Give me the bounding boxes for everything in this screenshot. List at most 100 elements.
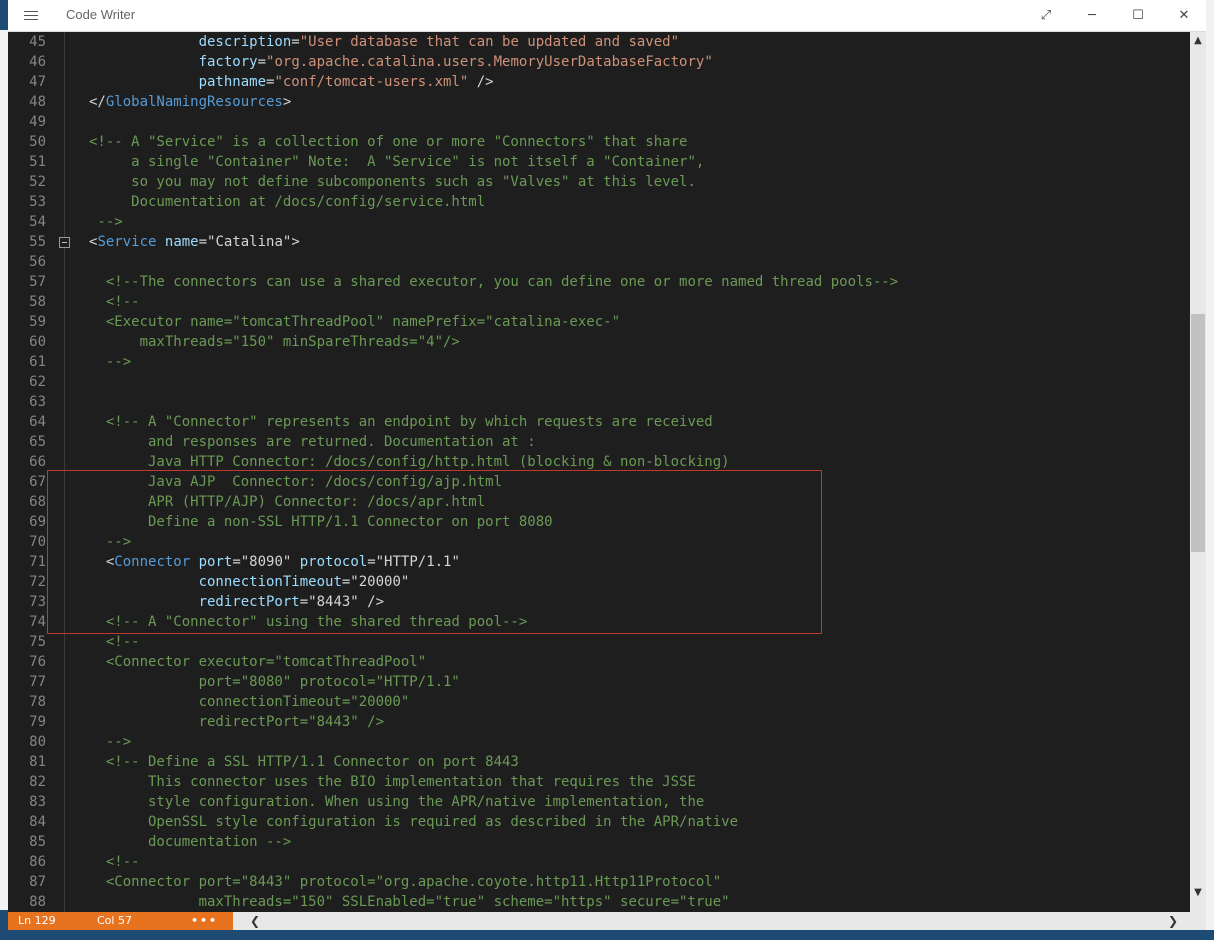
code-line[interactable]: <!-- — [89, 292, 140, 312]
code-token: <Connector executor="tomcatThreadPool" — [89, 654, 427, 670]
close-button[interactable]: ✕ — [1161, 0, 1207, 31]
code-token: Java AJP Connector: /docs/config/ajp.htm… — [89, 474, 503, 490]
code-token: Service — [97, 234, 157, 250]
code-line[interactable]: <!-- — [89, 632, 140, 652]
code-line[interactable]: <Connector port="8443" protocol="org.apa… — [89, 872, 721, 892]
code-token: so you may not define subcomponents such… — [89, 174, 696, 190]
code-token: <!-- A "Service" is a collection of one … — [89, 134, 688, 150]
code-line[interactable]: <Connector executor="tomcatThreadPool" — [89, 652, 426, 672]
column-indicator[interactable]: Col 57 — [97, 912, 132, 930]
code-line[interactable]: <!-- A "Connector" using the shared thre… — [89, 612, 527, 632]
code-line[interactable]: </GlobalNamingResources> — [89, 92, 291, 112]
code-line[interactable]: pathname="conf/tomcat-users.xml" /> — [89, 72, 494, 92]
status-bar: Ln 129 Col 57 ••• ❮ ❯ — [8, 912, 1206, 930]
line-number: 74 — [29, 614, 46, 630]
line-number: 56 — [29, 254, 46, 270]
line-number: 47 — [29, 74, 46, 90]
code-line[interactable]: <Connector port="8090" protocol="HTTP/1.… — [89, 552, 460, 572]
line-number: 75 — [29, 634, 46, 650]
line-number: 49 — [29, 114, 46, 130]
line-indicator[interactable]: Ln 129 — [18, 912, 56, 930]
more-options-button[interactable]: ••• — [191, 912, 218, 930]
code-line[interactable]: --> — [89, 732, 131, 752]
code-line[interactable]: and responses are returned. Documentatio… — [89, 432, 536, 452]
code-line[interactable]: Java HTTP Connector: /docs/config/http.h… — [89, 452, 730, 472]
fold-collapse-icon[interactable] — [59, 237, 70, 248]
code-line[interactable]: Java AJP Connector: /docs/config/ajp.htm… — [89, 472, 502, 492]
minimize-button[interactable]: ─ — [1069, 0, 1115, 31]
code-line[interactable]: maxThreads="150" minSpareThreads="4"/> — [89, 332, 460, 352]
code-token: ="Catalina"> — [198, 234, 300, 250]
code-token: ="8090" — [232, 554, 300, 570]
code-line[interactable]: <!-- A "Service" is a collection of one … — [89, 132, 687, 152]
code-token: </ — [89, 94, 106, 110]
code-line[interactable]: documentation --> — [89, 832, 291, 852]
code-token: <!-- A "Connector" represents an endpoin… — [89, 414, 713, 430]
code-line[interactable]: <Executor name="tomcatThreadPool" namePr… — [89, 312, 620, 332]
code-line[interactable]: description="User database that can be u… — [89, 32, 679, 52]
fullscreen-button[interactable]: ⤢ — [1023, 0, 1069, 31]
line-number: 71 — [29, 554, 46, 570]
code-token: /> — [468, 74, 494, 90]
maximize-button[interactable]: ☐ — [1115, 0, 1161, 31]
code-editor[interactable]: 45 description="User database that can b… — [8, 32, 1190, 912]
horizontal-scrollbar[interactable]: ❮ ❯ — [233, 912, 1206, 930]
line-number: 82 — [29, 774, 46, 790]
scroll-right-arrow-icon[interactable]: ❯ — [1165, 912, 1181, 930]
line-number: 81 — [29, 754, 46, 770]
code-line[interactable]: OpenSSL style configuration is required … — [89, 812, 738, 832]
code-token: Documentation at /docs/config/service.ht… — [89, 194, 486, 210]
code-line[interactable]: Define a non-SSL HTTP/1.1 Connector on p… — [89, 512, 553, 532]
code-line[interactable]: a single "Container" Note: A "Service" i… — [89, 152, 704, 172]
code-token: --> — [89, 214, 123, 230]
code-line[interactable]: --> — [89, 212, 123, 232]
code-token: a single "Container" Note: A "Service" i… — [89, 154, 705, 170]
code-line[interactable]: --> — [89, 352, 131, 372]
taskbar-strip — [0, 930, 1214, 940]
code-line[interactable]: This connector uses the BIO implementati… — [89, 772, 696, 792]
scroll-left-arrow-icon[interactable]: ❮ — [247, 912, 263, 930]
code-token: ="8443" /> — [299, 594, 385, 610]
code-line[interactable]: redirectPort="8443" /> — [89, 712, 384, 732]
line-number: 65 — [29, 434, 46, 450]
vertical-scrollbar[interactable]: ▲ ▼ — [1190, 32, 1206, 912]
code-line[interactable]: factory="org.apache.catalina.users.Memor… — [89, 52, 713, 72]
code-line[interactable]: maxThreads="150" SSLEnabled="true" schem… — [89, 892, 730, 912]
line-number: 66 — [29, 454, 46, 470]
line-number: 62 — [29, 374, 46, 390]
code-line[interactable]: <!-- — [89, 852, 140, 872]
line-number: 45 — [29, 34, 46, 50]
code-token: <!-- — [89, 634, 140, 650]
code-line[interactable]: <!-- A "Connector" represents an endpoin… — [89, 412, 713, 432]
code-line[interactable]: redirectPort="8443" /> — [89, 592, 384, 612]
app-title: Code Writer — [66, 7, 136, 22]
line-number: 46 — [29, 54, 46, 70]
code-token: <Connector port="8443" protocol="org.apa… — [89, 874, 722, 890]
line-number: 53 — [29, 194, 46, 210]
code-token: --> — [89, 534, 132, 550]
code-line[interactable]: connectionTimeout="20000" — [89, 692, 410, 712]
code-line[interactable]: so you may not define subcomponents such… — [89, 172, 696, 192]
line-number: 51 — [29, 154, 46, 170]
line-number: 73 — [29, 594, 46, 610]
code-line[interactable]: --> — [89, 532, 131, 552]
line-number: 83 — [29, 794, 46, 810]
code-line[interactable]: style configuration. When using the APR/… — [89, 792, 704, 812]
code-line[interactable]: port="8080" protocol="HTTP/1.1" — [89, 672, 460, 692]
vertical-scroll-thumb[interactable] — [1191, 314, 1205, 552]
line-number: 80 — [29, 734, 46, 750]
code-line[interactable]: APR (HTTP/AJP) Connector: /docs/apr.html — [89, 492, 485, 512]
code-line[interactable]: <!-- Define a SSL HTTP/1.1 Connector on … — [89, 752, 519, 772]
line-number: 64 — [29, 414, 46, 430]
code-line[interactable]: <!--The connectors can use a shared exec… — [89, 272, 898, 292]
line-number: 77 — [29, 674, 46, 690]
code-line[interactable]: <Service name="Catalina"> — [89, 232, 300, 252]
scroll-up-arrow-icon[interactable]: ▲ — [1190, 32, 1206, 50]
hamburger-menu-icon[interactable] — [24, 8, 38, 22]
code-line[interactable]: connectionTimeout="20000" — [89, 572, 410, 592]
code-line[interactable]: Documentation at /docs/config/service.ht… — [89, 192, 485, 212]
scroll-down-arrow-icon[interactable]: ▼ — [1190, 884, 1206, 902]
code-token: pathname — [198, 74, 267, 90]
